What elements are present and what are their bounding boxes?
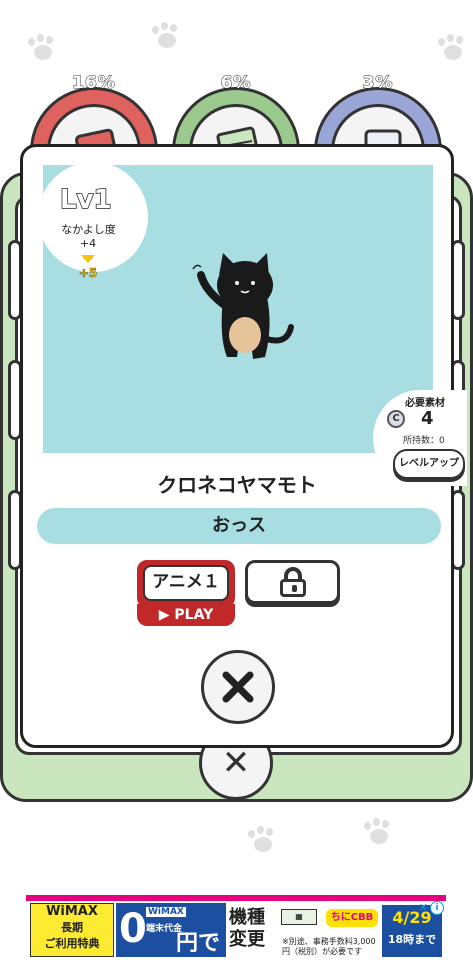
ad-zero-yen: 0 WiMAX 端末代金 円で — [116, 903, 226, 957]
animation-label: アニメ１ — [143, 565, 229, 601]
arrow-down-icon — [81, 255, 95, 263]
ad-model-change: 機種 変更 — [229, 907, 265, 951]
gauge-percent: 16% — [72, 73, 116, 94]
animation-1-button[interactable]: アニメ１ ▶ PLAY — [137, 560, 235, 626]
ad-until: 18時まで — [387, 933, 437, 946]
ad-long-text: 長期 — [61, 921, 83, 934]
ad-wimax-box: WiMAX 長期 ご利用特典 — [30, 903, 114, 957]
affinity-next: +5 — [78, 266, 98, 281]
ad-henko-text: 変更 — [229, 929, 265, 950]
character-detail-modal: Lv1 なかよし度 +4 +5 必要素材 C 4 所持数：0 レベルアップ クロ… — [20, 144, 467, 748]
ad-wimax-text: WiMAX — [46, 904, 98, 919]
material-owned-count: 所持数：0 — [403, 436, 445, 446]
character-name: クロネコヤマモト — [157, 473, 317, 497]
material-required-count: 4 — [421, 408, 434, 429]
level-badge: Lv1 なかよし度 +4 +5 — [38, 162, 148, 280]
paw-print-decoration — [246, 826, 280, 854]
play-label: ▶ PLAY — [137, 604, 235, 626]
close-icon: ✕ — [221, 743, 251, 783]
character-line: おっス — [37, 508, 441, 544]
close-icon — [222, 671, 254, 703]
gauge-percent: 3% — [362, 73, 394, 94]
ad-zero-text: 0 — [119, 906, 147, 952]
phone-icon: ▦ — [281, 909, 317, 925]
paw-print-decoration — [26, 34, 60, 62]
locked-animation-button[interactable] — [245, 560, 340, 604]
black-cat-character — [192, 253, 294, 359]
paw-print-decoration — [436, 34, 470, 62]
lock-icon — [279, 567, 306, 597]
ad-kishu-text: 機種 — [229, 907, 265, 928]
ad-banner[interactable]: WiMAX 長期 ご利用特典 0 WiMAX 端末代金 円で 機種 変更 ▦ ち… — [26, 895, 446, 957]
ad-yen-text: 円で — [176, 931, 221, 956]
affinity-current: +4 — [79, 237, 97, 250]
ad-note: ※別途、事務手数料3,000円（税別）が必要です — [282, 937, 376, 956]
modal-close-button[interactable] — [201, 650, 275, 724]
coin-icon: C — [387, 410, 405, 428]
paw-print-decoration — [150, 22, 184, 50]
ad-benefit-text: ご利用特典 — [44, 937, 100, 950]
character-art-area: Lv1 なかよし度 +4 +5 必要素材 C 4 所持数：0 レベルアップ — [38, 162, 467, 486]
gauge-percent: 6% — [220, 73, 252, 94]
level-label: Lv1 — [59, 184, 112, 216]
ad-brand-logo: ちにCBB — [326, 909, 378, 927]
affinity-label: なかよし度 — [61, 223, 116, 236]
paw-print-decoration — [362, 818, 396, 846]
ad-info-icon[interactable]: i — [430, 901, 444, 915]
ad-wimax-small: WiMAX — [146, 907, 186, 917]
material-label: 必要素材 — [405, 398, 445, 409]
ad-close-icon[interactable]: ✕ — [419, 901, 428, 914]
